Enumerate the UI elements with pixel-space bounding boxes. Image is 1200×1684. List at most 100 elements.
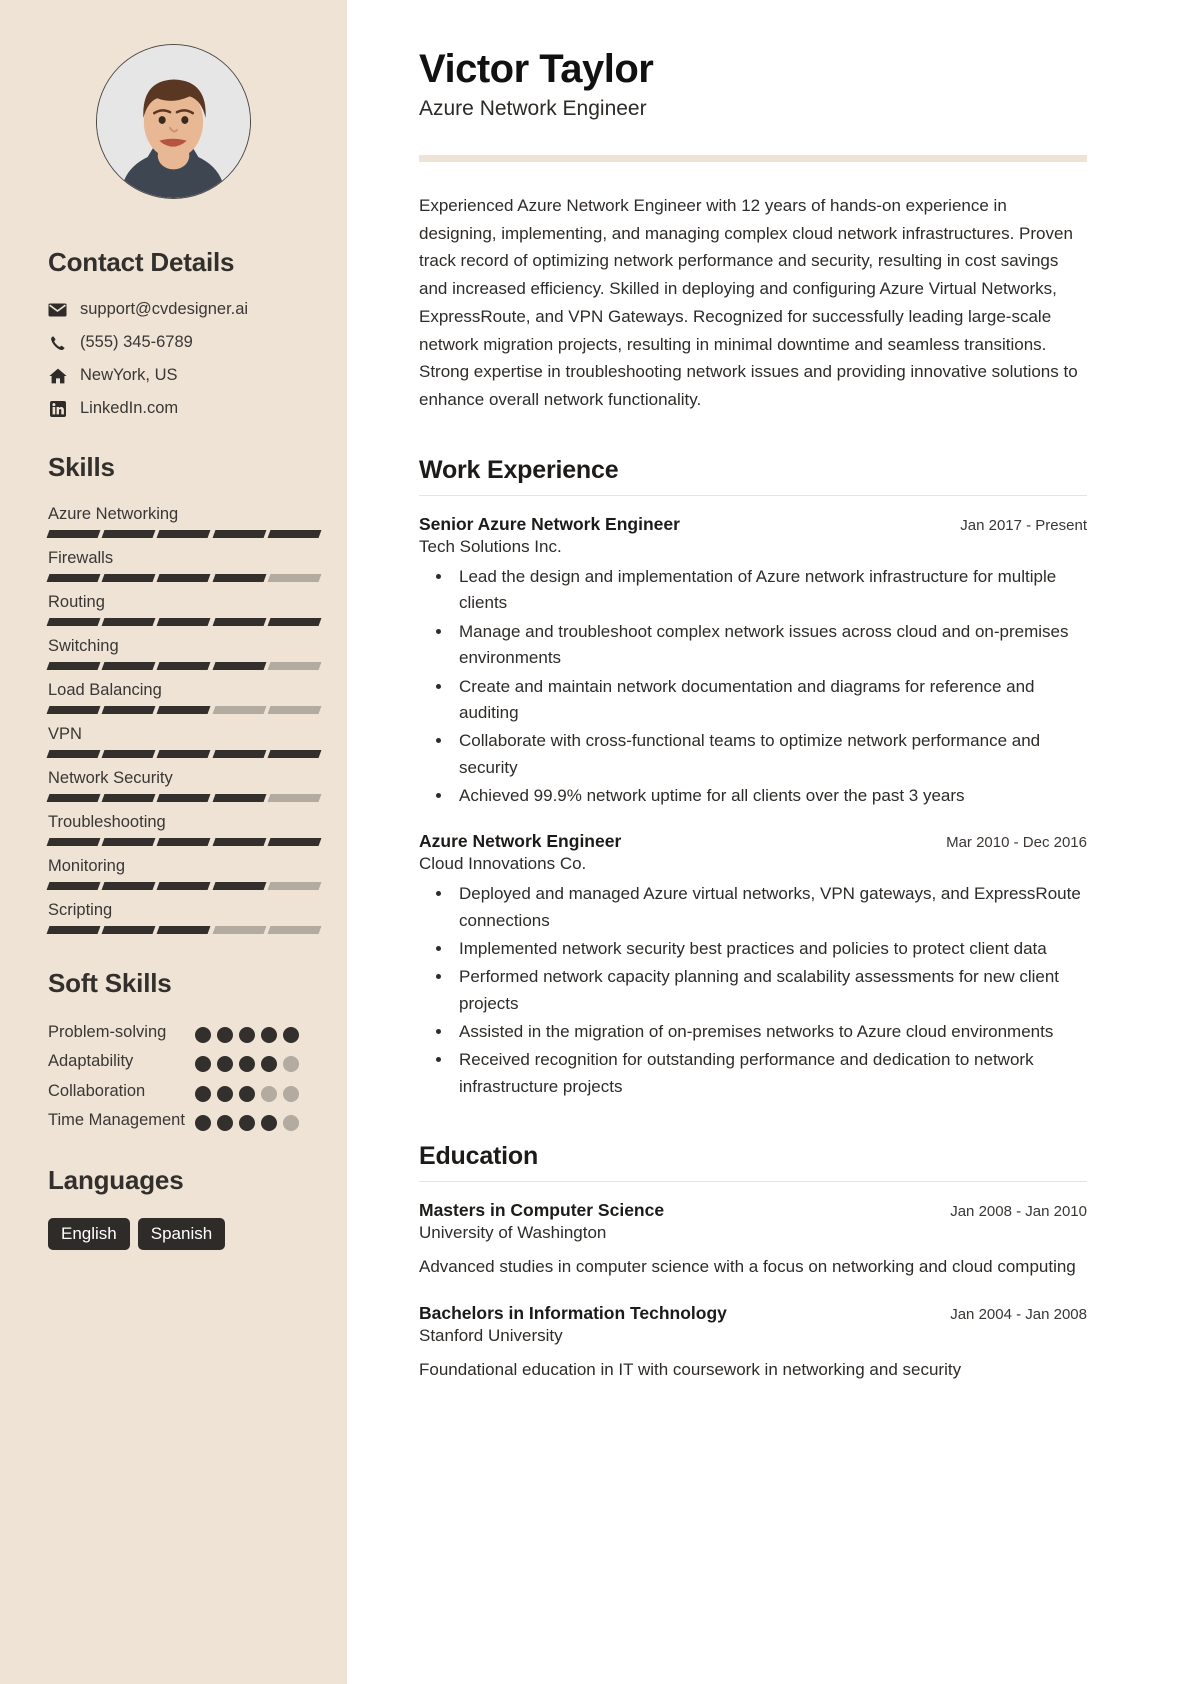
contact-item-phone[interactable]: (555) 345-6789 (48, 333, 299, 352)
contact-item-email[interactable]: support@cvdesigner.ai (48, 300, 299, 319)
soft-skill-rating (195, 1021, 299, 1043)
rating-dot (261, 1114, 277, 1131)
education-degree: Masters in Computer Science (419, 1200, 665, 1221)
work-experience-heading: Work Experience (419, 455, 619, 484)
skill-item: Troubleshooting (46, 813, 322, 846)
language-tag[interactable]: Spanish (137, 1218, 226, 1251)
skill-item: Switching (46, 637, 322, 670)
skill-segment (267, 618, 322, 626)
education-date-range: Jan 2004 - Jan 2008 (950, 1305, 1087, 1323)
soft-skill-label: Problem-solving (48, 1023, 167, 1041)
section-divider (419, 494, 1087, 497)
skill-segment (156, 574, 212, 582)
skill-segment (46, 530, 101, 538)
education-entry-header: Masters in Computer Science Jan 2008 - J… (419, 1200, 1087, 1221)
work-experience-section: Work Experience Senior Azure Network Eng… (419, 456, 1087, 1100)
education-school: University of Washington (419, 1223, 607, 1243)
skill-level-bar (46, 794, 322, 802)
work-company: Tech Solutions Inc. (419, 537, 562, 557)
contact-value: support@cvdesigner.ai (80, 300, 249, 318)
skill-segment (267, 794, 322, 802)
profile-photo-icon (97, 45, 250, 198)
rating-dot (283, 1114, 299, 1131)
education-section: Education Masters in Computer Science Ja… (419, 1142, 1087, 1383)
work-bullet: Implemented network security best practi… (453, 936, 1087, 962)
page-title: Victor Taylor (419, 47, 654, 91)
skill-segment (212, 662, 267, 670)
skill-level-bar (46, 574, 322, 582)
soft-skills-list: Problem-solving Adaptability Collaborati… (48, 1021, 299, 1131)
contact-value: (555) 345-6789 (80, 333, 193, 351)
work-date-range: Jan 2017 - Present (960, 517, 1087, 535)
soft-skill-label: Collaboration (48, 1081, 146, 1100)
skill-segment (156, 926, 212, 934)
education-description: Advanced studies in computer science wit… (419, 1257, 1076, 1277)
avatar (96, 44, 251, 199)
skill-segment (212, 750, 267, 758)
rating-dot (195, 1056, 211, 1073)
skill-segment (212, 838, 267, 846)
skill-segment (101, 838, 156, 846)
work-bullet: Assisted in the migration of on-premises… (453, 1019, 1087, 1045)
language-tag[interactable]: English (48, 1218, 130, 1251)
rating-dot (239, 1056, 255, 1073)
work-job-title: Azure Network Engineer (419, 831, 622, 852)
contact-item-location[interactable]: NewYork, US (48, 366, 299, 385)
education-entry: Masters in Computer Science Jan 2008 - J… (419, 1200, 1087, 1280)
skill-item: Routing (46, 593, 322, 626)
soft-skills-heading: Soft Skills (48, 968, 172, 998)
skill-segment (212, 706, 267, 714)
skill-segment (156, 750, 212, 758)
header-divider (419, 155, 1087, 162)
skill-segment (101, 618, 156, 626)
rating-dot (283, 1085, 299, 1102)
skill-segment (267, 750, 322, 758)
work-entry: Azure Network Engineer Mar 2010 - Dec 20… (419, 831, 1087, 1100)
work-company: Cloud Innovations Co. (419, 854, 587, 874)
skill-label: Azure Networking (48, 505, 179, 523)
work-entry: Senior Azure Network Engineer Jan 2017 -… (419, 514, 1087, 809)
education-heading: Education (419, 1141, 539, 1170)
skill-segment (46, 706, 101, 714)
work-bullet: Received recognition for outstanding per… (453, 1047, 1087, 1100)
skill-label: VPN (48, 725, 82, 743)
skill-item: Firewalls (46, 549, 322, 582)
skill-segment (46, 882, 101, 890)
soft-skill-item: Time Management (48, 1109, 299, 1131)
main-content: Victor Taylor Azure Network Engineer Exp… (347, 0, 1200, 1684)
skill-segment (101, 750, 156, 758)
linkedin-icon (48, 400, 67, 417)
rating-dot (283, 1056, 299, 1073)
contact-item-linkedin[interactable]: LinkedIn.com (48, 399, 299, 418)
contact-section: Contact Details support@cvdesigner.ai (5… (48, 247, 299, 418)
work-bullet-list: Lead the design and implementation of Az… (453, 564, 1087, 809)
home-icon (48, 368, 67, 384)
work-job-title: Senior Azure Network Engineer (419, 514, 680, 535)
sidebar: Contact Details support@cvdesigner.ai (5… (0, 0, 347, 1684)
languages-heading: Languages (48, 1165, 184, 1196)
skill-segment (46, 662, 101, 670)
soft-skill-item: Adaptability (48, 1050, 299, 1073)
skill-segment (267, 926, 322, 934)
skill-level-bar (46, 662, 322, 670)
job-role-subtitle: Azure Network Engineer (419, 97, 647, 120)
work-bullet: Collaborate with cross-functional teams … (453, 728, 1087, 781)
skill-label: Network Security (48, 769, 173, 787)
soft-skill-label: Time Management (48, 1110, 185, 1129)
contact-value: NewYork, US (80, 366, 178, 384)
rating-dot (217, 1027, 233, 1043)
skill-item: VPN (46, 725, 322, 758)
work-entry-list: Senior Azure Network Engineer Jan 2017 -… (419, 514, 1087, 1100)
section-divider (419, 1180, 1087, 1183)
skill-segment (156, 530, 212, 538)
work-bullet: Manage and troubleshoot complex network … (453, 619, 1087, 672)
professional-summary: Experienced Azure Network Engineer with … (419, 196, 1078, 409)
skill-label: Firewalls (48, 549, 114, 567)
skill-segment (46, 574, 101, 582)
soft-skill-label: Adaptability (48, 1052, 134, 1071)
envelope-icon (48, 303, 67, 317)
skill-segment (156, 706, 212, 714)
work-bullet: Achieved 99.9% network uptime for all cl… (453, 783, 1087, 809)
skill-segment (212, 794, 267, 802)
rating-dot (195, 1027, 211, 1043)
